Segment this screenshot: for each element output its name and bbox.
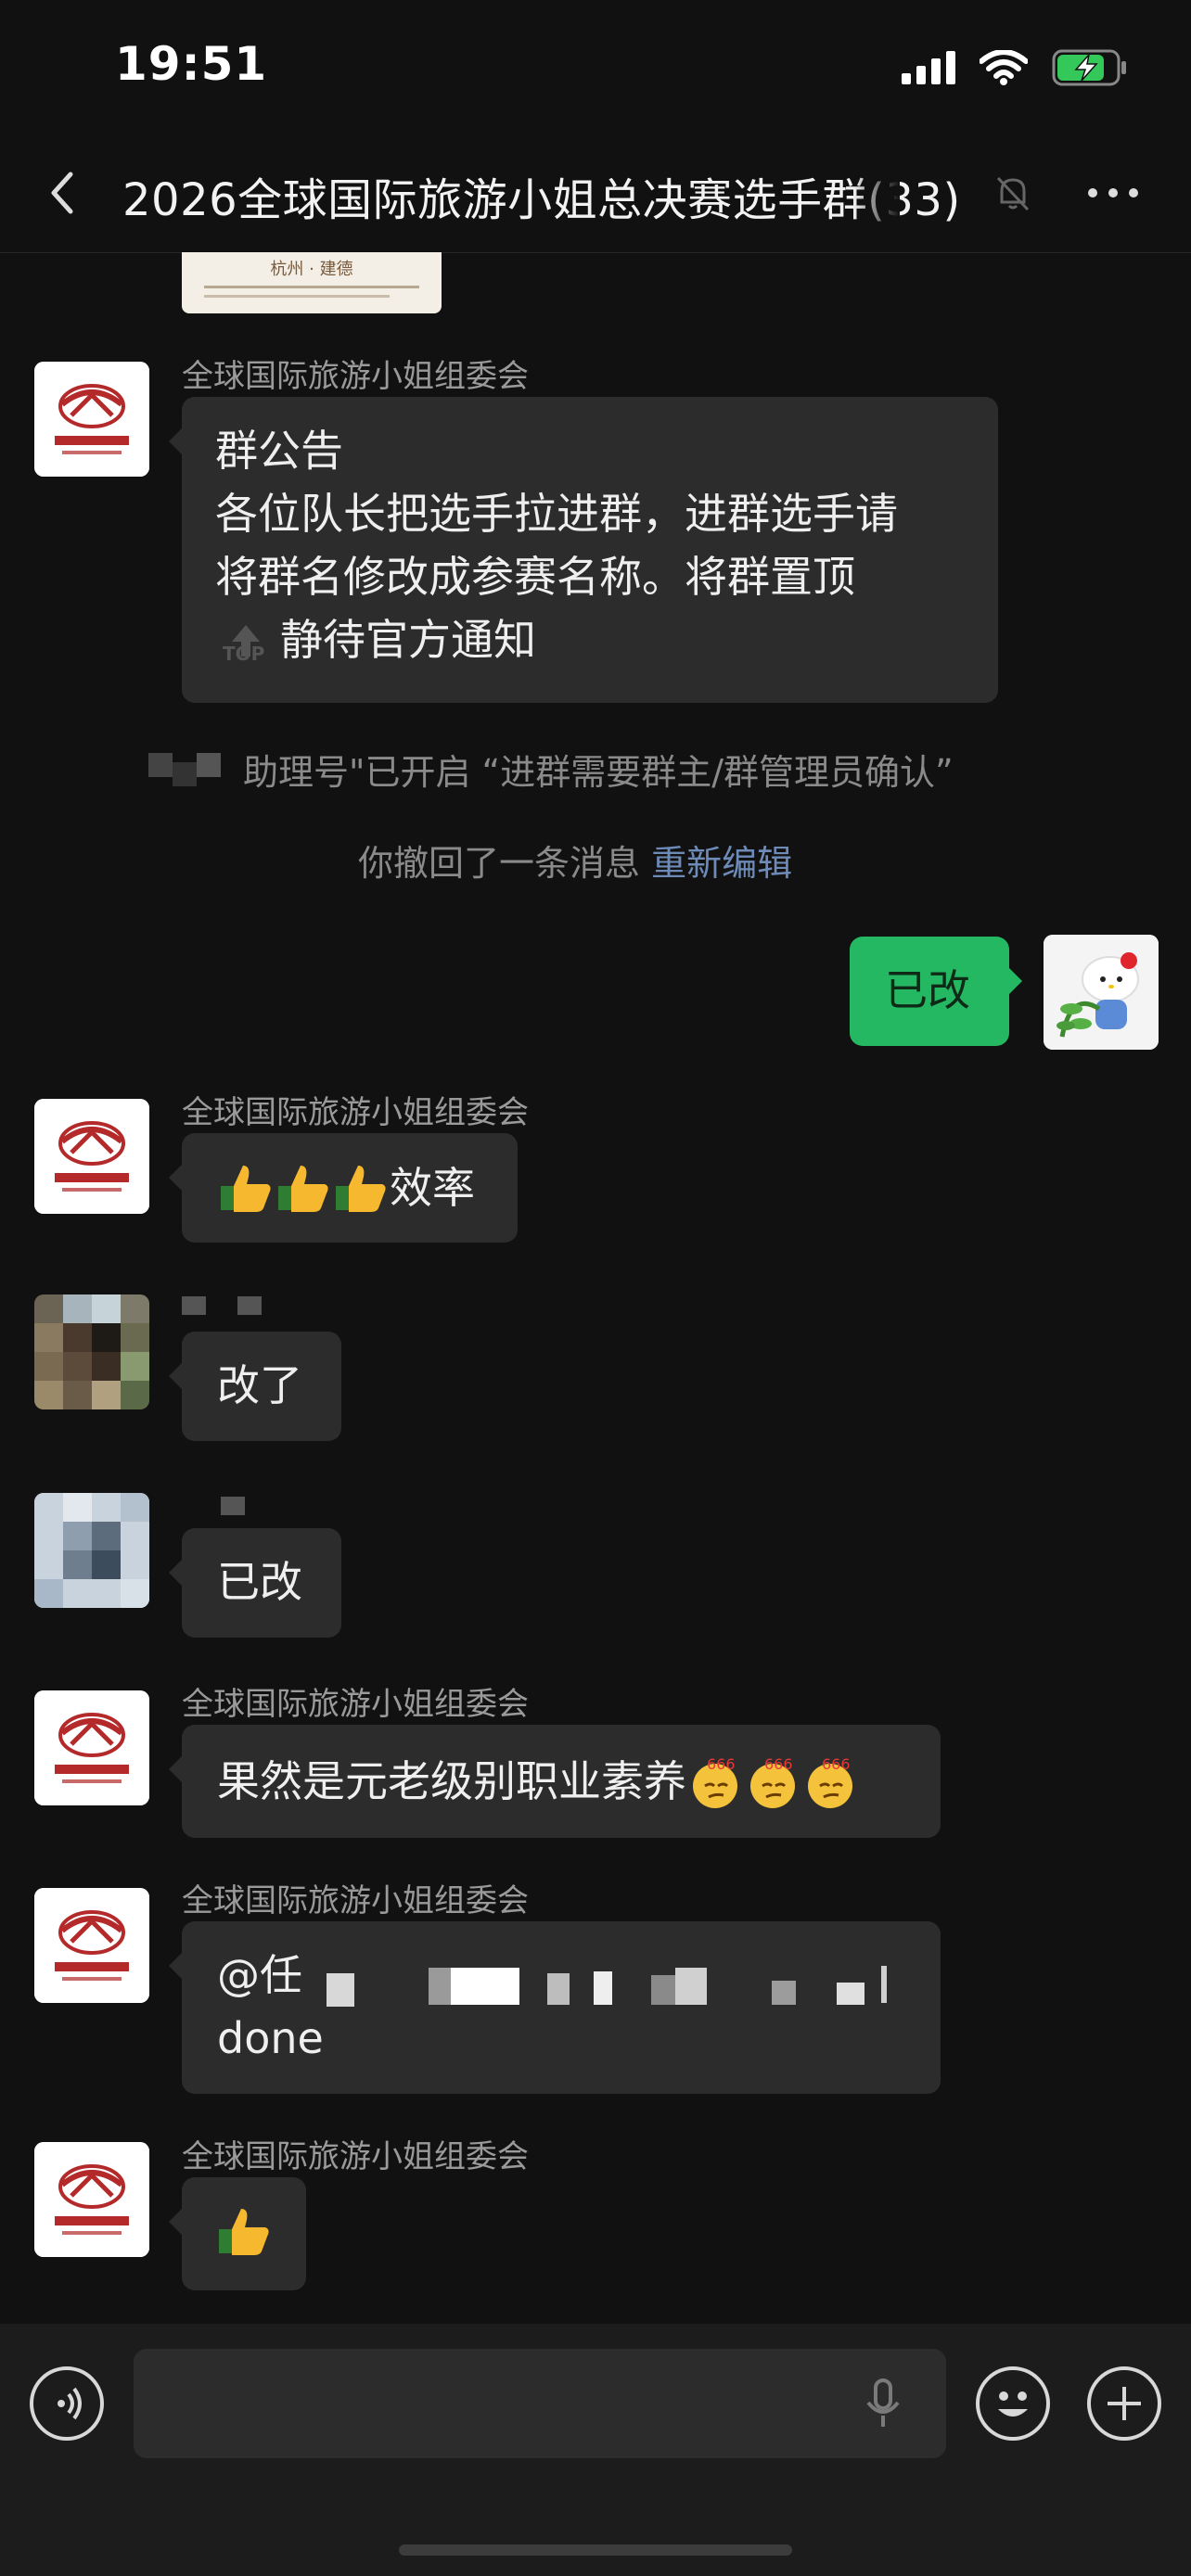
pixelated-mention bbox=[837, 1983, 864, 2005]
sender-name: 全球国际旅游小姐组委会 bbox=[182, 1686, 529, 1723]
announcement-line: 静待官方通知 bbox=[280, 615, 536, 665]
mute-indicator bbox=[992, 172, 1033, 217]
pixelated-avatar-image bbox=[34, 1294, 149, 1409]
my-message-bubble[interactable]: 已改 bbox=[850, 937, 1022, 1046]
organizer-logo bbox=[34, 1888, 149, 2003]
message-text: 果然是元老级别职业素养 bbox=[217, 1756, 686, 1806]
emoji-666-label: 666 bbox=[707, 1755, 736, 1773]
pixelated-mention bbox=[772, 1981, 796, 2005]
message-text: 已改 bbox=[885, 965, 970, 1015]
organizer-logo bbox=[34, 362, 149, 477]
thumbs-up-icon bbox=[221, 1166, 271, 1212]
hello-kitty-avatar bbox=[1044, 935, 1159, 1050]
status-time: 19:51 bbox=[115, 37, 268, 91]
thumbs-up-icon bbox=[219, 2209, 269, 2255]
pixelated-mention bbox=[651, 1975, 675, 2005]
pixelated-mention bbox=[881, 1966, 887, 2003]
more-button[interactable] bbox=[1085, 180, 1141, 210]
plus-button[interactable] bbox=[1087, 2366, 1161, 2441]
back-button[interactable] bbox=[37, 165, 93, 221]
back-icon bbox=[51, 172, 73, 214]
avatar-organizer[interactable] bbox=[34, 1690, 149, 1805]
pixelated-mention bbox=[547, 1973, 570, 2005]
message-bubble[interactable] bbox=[169, 2177, 306, 2290]
emoji-666-icon: 666 bbox=[750, 1755, 795, 1808]
message-text: done bbox=[217, 2013, 324, 2063]
avatar-organizer[interactable] bbox=[34, 1099, 149, 1214]
sender-name: 全球国际旅游小姐组委会 bbox=[182, 1882, 529, 1919]
announcement-line: 将群名修改成参赛名称。将群置顶 bbox=[215, 552, 855, 602]
emoji-button[interactable] bbox=[976, 2366, 1050, 2441]
poster-image[interactable]: 杭州 · 建德 bbox=[182, 252, 442, 313]
avatar-member[interactable] bbox=[34, 1294, 149, 1409]
sender-name: 全球国际旅游小姐组委会 bbox=[182, 358, 529, 395]
top-icon: TOP bbox=[223, 612, 269, 668]
message-bubble[interactable]: 已改 bbox=[169, 1528, 341, 1638]
message-bubble[interactable]: 效率 bbox=[169, 1133, 518, 1243]
message-text: 改了 bbox=[217, 1360, 302, 1410]
thumbs-up-icon bbox=[278, 1166, 328, 1212]
organizer-logo bbox=[34, 1099, 149, 1214]
emoji-666-icon: 666 bbox=[693, 1755, 737, 1808]
pixelated-avatar bbox=[197, 753, 221, 777]
pixelated-avatar-image bbox=[34, 1493, 149, 1608]
pixelated-mention bbox=[327, 1973, 354, 2007]
pixelated-name bbox=[182, 1296, 206, 1315]
poster-caption: 杭州 · 建德 bbox=[270, 260, 353, 279]
message-input[interactable] bbox=[134, 2349, 946, 2458]
pixelated-name bbox=[221, 1497, 245, 1515]
emoji-icon bbox=[998, 2391, 1028, 2417]
sender-name: 全球国际旅游小姐组委会 bbox=[182, 1094, 529, 1131]
announcement-bubble[interactable]: 群公告 各位队长把选手拉进群，进群选手请 将群名修改成参赛名称。将群置顶 TOP… bbox=[169, 397, 998, 703]
announcement-line: 各位队长把选手拉进群，进群选手请 bbox=[215, 489, 898, 539]
plus-icon bbox=[1108, 2387, 1141, 2420]
title-fade bbox=[853, 163, 900, 228]
announcement-label: 群公告 bbox=[215, 426, 343, 476]
recall-text: 你撤回了一条消息 bbox=[358, 843, 641, 884]
pixelated-mention bbox=[675, 1968, 707, 2005]
mute-bell-icon bbox=[996, 176, 1030, 211]
emoji-666-label: 666 bbox=[764, 1755, 793, 1773]
emoji-666-icon: 666 bbox=[808, 1755, 852, 1808]
pixelated-avatar bbox=[173, 762, 197, 786]
message-bubble[interactable]: @任 done bbox=[169, 1921, 941, 2094]
avatar-member[interactable] bbox=[34, 1493, 149, 1608]
chat-title: 2026全球国际旅游小姐总决赛选手群(33) bbox=[122, 174, 961, 226]
emoji-666-label: 666 bbox=[822, 1755, 851, 1773]
pixelated-mention bbox=[594, 1971, 612, 2005]
home-indicator bbox=[399, 2544, 792, 2556]
pixelated-mention bbox=[429, 1968, 451, 2005]
organizer-logo bbox=[34, 1690, 149, 1805]
top-label: TOP bbox=[223, 643, 265, 665]
wifi-icon bbox=[980, 50, 1028, 85]
voice-icon bbox=[58, 2387, 82, 2420]
sender-name: 全球国际旅游小姐组委会 bbox=[182, 2138, 529, 2175]
system-recall-notice: 你撤回了一条消息 重新编辑 bbox=[358, 835, 792, 886]
pixelated-name bbox=[237, 1296, 262, 1315]
more-icon bbox=[1088, 188, 1138, 198]
message-bubble[interactable]: 改了 bbox=[169, 1332, 341, 1441]
poster-line bbox=[204, 295, 390, 298]
status-icons bbox=[902, 45, 1128, 91]
poster-line bbox=[204, 286, 419, 288]
organizer-logo bbox=[34, 2142, 149, 2257]
avatar-organizer[interactable] bbox=[34, 1888, 149, 2003]
thumbs-up-icon bbox=[336, 1166, 386, 1212]
pixelated-mention bbox=[451, 1968, 519, 2005]
message-text: 已改 bbox=[217, 1557, 302, 1607]
message-text: 效率 bbox=[390, 1163, 475, 1213]
voice-toggle-button[interactable] bbox=[30, 2366, 104, 2441]
avatar-me[interactable] bbox=[1044, 935, 1159, 1050]
avatar-organizer[interactable] bbox=[34, 2142, 149, 2257]
message-bubble[interactable]: 果然是元老级别职业素养 666 666 666 bbox=[169, 1725, 941, 1838]
re-edit-link[interactable]: 重新编辑 bbox=[651, 843, 792, 884]
nav-divider bbox=[0, 252, 1191, 253]
signal-icon bbox=[902, 51, 955, 84]
announcement-line-wrap: TOP 静待官方通知 bbox=[215, 608, 965, 671]
pixelated-avatar bbox=[148, 753, 173, 777]
mic-icon[interactable] bbox=[863, 2377, 903, 2432]
battery-icon bbox=[1052, 49, 1126, 86]
avatar-organizer[interactable] bbox=[34, 362, 149, 477]
system-notice: 助理号"已开启 “进群需要群主/群管理员确认” bbox=[243, 752, 954, 793]
